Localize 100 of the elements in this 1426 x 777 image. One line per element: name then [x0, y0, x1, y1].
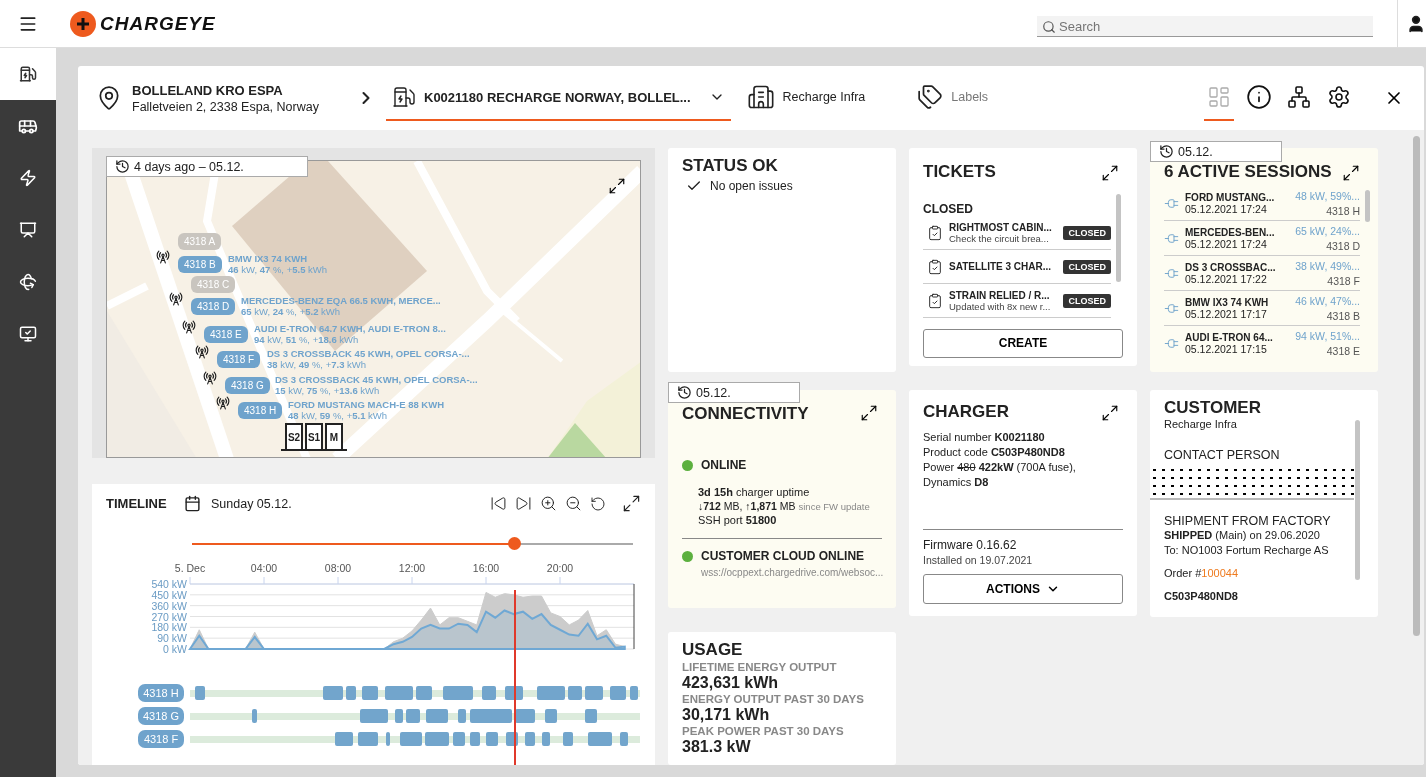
logo-icon	[70, 10, 96, 37]
charger-badge[interactable]: 4318 H	[238, 402, 283, 419]
metric-label: PEAK POWER PAST 30 DAYS	[682, 725, 845, 737]
site-address: Falletveien 2, 2338 Espa, Norway	[132, 99, 319, 114]
metric-value: 423,631 kWh	[682, 674, 780, 692]
scrollbar[interactable]	[1365, 190, 1370, 222]
header-tab[interactable]: Labels	[911, 75, 995, 121]
expand-button[interactable]	[860, 404, 878, 422]
product-code: C503P480ND8	[1164, 589, 1239, 604]
clipboard-icon	[927, 224, 943, 241]
session-row[interactable]: FORD MUSTANG... 05.12.2021 17:24 48 kW, 59%... 4318 H	[1164, 186, 1360, 221]
reset-button[interactable]	[590, 495, 606, 512]
history-icon	[1159, 144, 1174, 159]
section-title: CLOSED	[923, 202, 974, 216]
vehicle-name: DS 3 CROSSBAC...	[1185, 261, 1277, 273]
status-tag: CLOSED	[1063, 259, 1111, 274]
axis-label: 16:00	[472, 562, 500, 574]
charger-badge[interactable]: 4318 D	[191, 298, 236, 315]
actions-button[interactable]: ACTIONS	[923, 574, 1123, 604]
ticket-title: STRAIN RELIED / R...	[949, 289, 1051, 301]
user-button[interactable]	[1406, 13, 1426, 34]
clipboard-icon	[927, 258, 943, 275]
session-time: 05.12.2021 17:22	[1185, 272, 1268, 285]
session-row[interactable]: BMW IX3 74 KWH 05.12.2021 17:17 46 kW, 47%... 4318 B	[1164, 291, 1360, 326]
axis-label: 450 kW	[151, 588, 187, 601]
calendar-icon	[184, 495, 201, 512]
charger-id: 4318 H	[1326, 204, 1360, 217]
header-tab[interactable]: K0021180 RECHARGE NORWAY, BOLLEL...	[386, 75, 731, 121]
charging-reading: 94 kW, 51%...	[1295, 329, 1360, 342]
session-row[interactable]: MERCEDES-BEN... 05.12.2021 17:24 65 kW, 24%... 4318 D	[1164, 221, 1360, 256]
serial-number: Serial number K0021180	[923, 431, 1045, 443]
vehicle-name: BMW IX3 74 KWH	[1185, 296, 1270, 308]
history-icon	[677, 385, 692, 400]
expand-button[interactable]	[622, 494, 641, 513]
charger-badge[interactable]: 4318 E	[204, 326, 248, 343]
session-row[interactable]: AUDI E-TRON 64... 05.12.2021 17:15 94 kW, 51%... 4318 E	[1164, 326, 1360, 360]
charging-reading: 48 kW, 59 %, +5.1 kWh	[288, 410, 389, 421]
charging-reading: 65 kW, 24%...	[1295, 224, 1360, 237]
ticket-title: RIGHTMOST CABIN...	[949, 221, 1053, 233]
charger-id: 4318 F	[1327, 274, 1360, 287]
status-label: CUSTOMER CLOUD ONLINE	[701, 549, 865, 563]
cloud-url: wss://ocppext.chargedrive.com/websoc...	[701, 567, 882, 578]
previous-button[interactable]	[490, 495, 507, 512]
firmware-version: Firmware 0.16.62	[923, 538, 1018, 552]
install-date: Installed on 19.07.2021	[923, 554, 1034, 566]
axis-label: 180 kW	[151, 621, 187, 634]
expand-button[interactable]	[1101, 164, 1119, 182]
info-icon	[1246, 84, 1272, 110]
gear-icon	[1327, 85, 1351, 109]
next-button[interactable]	[515, 495, 532, 512]
charger-badge[interactable]: 4318 B	[178, 256, 222, 273]
ticket-row[interactable]: SATELLITE 3 CHAR... CLOSED	[923, 250, 1111, 284]
shipment-status: SHIPPED (Main) on 29.06.2020	[1164, 529, 1320, 541]
card-title: CHARGER	[923, 402, 1009, 422]
customer-name: Recharge Infra	[1164, 418, 1238, 430]
charging-reading: 46 kW, 47%...	[1295, 294, 1360, 307]
ticket-row[interactable]: STRAIN RELIED / R... Updated with 8x new r... CLOSED	[923, 284, 1111, 318]
charging-reading: 15 kW, 75 %, +13.6 kWh	[275, 385, 381, 396]
header-tab[interactable]: Recharge Infra	[740, 75, 872, 121]
charger-badge[interactable]: 4318 H	[138, 684, 184, 702]
axis-label: 360 kW	[151, 599, 187, 612]
site-name: BOLLELAND KRO ESPA	[132, 82, 284, 98]
charger-badge[interactable]: 4318 F	[138, 730, 184, 748]
charging-reading: 38 kW, 49%...	[1295, 259, 1360, 272]
order-link[interactable]: 100044	[1201, 567, 1238, 579]
charger-badge[interactable]: 4318 G	[138, 707, 184, 725]
metric-label: ENERGY OUTPUT PAST 30 DAYS	[682, 693, 865, 705]
charger-badge[interactable]: 4318 G	[225, 377, 270, 394]
charging-reading: 65 kW, 24 %, +5.2 kWh	[241, 306, 342, 317]
card-title: USAGE	[682, 640, 743, 660]
metric-label: LIFETIME ENERGY OUTPUT	[682, 661, 838, 673]
product-code: Product code C503P480ND8	[923, 446, 1065, 458]
axis-label: 5. Dec	[174, 562, 206, 574]
clipboard-icon	[927, 292, 943, 309]
zoom-in-button[interactable]	[540, 495, 557, 512]
expand-button[interactable]	[1101, 404, 1119, 422]
status-tag: CLOSED	[1063, 293, 1111, 308]
charger-mast-icon	[182, 320, 196, 334]
charging-reading: 94 kW, 51 %, +18.6 kWh	[254, 334, 360, 345]
scrollbar[interactable]	[1116, 194, 1121, 282]
search-field[interactable]: Search	[1037, 16, 1373, 37]
session-row[interactable]: DS 3 CROSSBAC... 05.12.2021 17:22 38 kW, 49%... 4318 F	[1164, 256, 1360, 291]
expand-button[interactable]	[1342, 164, 1360, 182]
rotate-3d-icon	[19, 273, 37, 291]
charger-id: 4318 B	[1326, 309, 1360, 322]
scrollbar[interactable]	[1355, 420, 1360, 580]
session-time: 05.12.2021 17:24	[1185, 237, 1268, 250]
create-button[interactable]: CREATE	[923, 328, 1123, 358]
expand-button[interactable]	[608, 177, 626, 195]
scrollbar[interactable]	[1413, 136, 1420, 636]
cabinet: M	[325, 423, 343, 449]
zoom-out-button[interactable]	[565, 495, 582, 512]
charger-badge[interactable]: 4318 F	[217, 351, 261, 368]
slider-thumb[interactable]	[507, 536, 521, 550]
ticket-row[interactable]: RIGHTMOST CABIN... Check the circuit brea... CLOSED	[923, 216, 1111, 250]
charger-mast-icon	[195, 345, 209, 359]
tags-icon	[917, 84, 944, 110]
charging-reading: 48 kW, 59%...	[1295, 189, 1360, 202]
section-title: CONTACT PERSON	[1164, 448, 1281, 462]
sidebar-item[interactable]	[0, 48, 56, 100]
